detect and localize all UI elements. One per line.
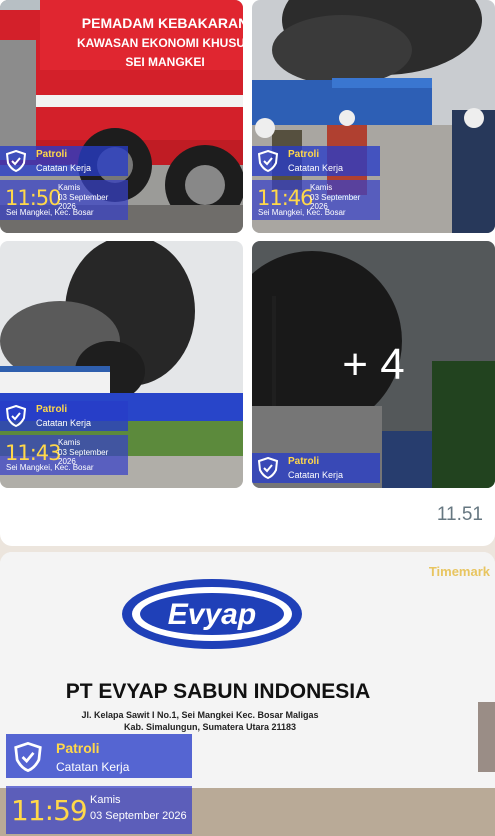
photo-tile-more[interactable]: + 4 Patroli Catatan Kerja [252, 241, 495, 488]
patroli-stamp: Patroli Catatan Kerja 11:43 Kamis 03 Sep… [0, 401, 128, 475]
stamp-day: Kamis [58, 183, 81, 192]
sign-address-2: Kab. Simalungun, Sumatera Utara 21183 [124, 722, 296, 732]
timemark-watermark: Timemark [429, 564, 491, 579]
stamp-subtitle: Catatan Kerja [288, 470, 344, 480]
shield-check-icon [6, 405, 26, 427]
photo-tile-smoke-plume[interactable]: Patroli Catatan Kerja 11:43 Kamis 03 Sep… [0, 241, 243, 488]
truck-text-line1: PEMADAM KEBAKARAN [82, 15, 243, 31]
photo-tile-fire-truck[interactable]: PEMADAM KEBAKARAN KAWASAN EKONOMI KHUSUS… [0, 0, 243, 233]
patroli-stamp: Patroli Catatan Kerja 11:50 Kamis 03 Sep… [0, 146, 128, 220]
evyap-logo-text: Evyap [168, 598, 256, 631]
stamp-title: Patroli [36, 149, 68, 160]
stamp-location: Sei Mangkei, Kec. Bosar [6, 208, 94, 217]
message-bubble-photo[interactable]: Evyap PT EVYAP SABUN INDONESIA Jl. Kelap… [0, 552, 495, 836]
patroli-stamp: Patroli Catatan Kerja 11:46 Kamis 03 Sep… [252, 146, 380, 220]
stamp-clock: 11:59 [11, 794, 88, 827]
stamp-day: Kamis [90, 794, 121, 806]
stamp-day: Kamis [58, 438, 81, 447]
stamp-clock: 11:46 [257, 186, 314, 210]
sign-title: PT EVYAP SABUN INDONESIA [66, 680, 371, 703]
stamp-subtitle: Catatan Kerja [56, 760, 130, 774]
sign-address-1: Jl. Kelapa Sawit I No.1, Sei Mangkei Kec… [81, 710, 318, 720]
stamp-subtitle: Catatan Kerja [288, 163, 344, 173]
shield-check-icon [258, 457, 278, 479]
stamp-subtitle: Catatan Kerja [36, 418, 92, 428]
stamp-title: Patroli [36, 404, 68, 415]
patroli-stamp: Patroli Catatan Kerja 11:59 Kamis 03 Sep… [6, 734, 192, 834]
truck-text-line3: SEI MANGKEI [125, 55, 204, 69]
message-timestamp: 11.51 [436, 504, 483, 525]
more-photos-overlay[interactable]: + 4 [252, 241, 495, 488]
stamp-clock: 11:43 [5, 441, 62, 465]
patroli-stamp: Patroli Catatan Kerja [252, 453, 380, 483]
truck-text-line2: KAWASAN EKONOMI KHUSUS [77, 36, 243, 50]
stamp-subtitle: Catatan Kerja [36, 163, 92, 173]
message-bubble-album: PEMADAM KEBAKARAN KAWASAN EKONOMI KHUSUS… [0, 0, 495, 546]
shield-check-icon [6, 150, 26, 172]
stamp-title: Patroli [288, 456, 320, 467]
shield-check-icon [258, 150, 278, 172]
stamp-location: Sei Mangkei, Kec. Bosar [6, 463, 94, 472]
stamp-clock: 11:50 [5, 186, 62, 210]
stamp-day: Kamis [310, 183, 333, 192]
shield-check-icon [14, 742, 42, 772]
stamp-date: 03 September 2026 [90, 810, 187, 822]
stamp-location: Sei Mangkei, Kec. Bosar [258, 208, 346, 217]
stamp-title: Patroli [56, 740, 100, 756]
photo-tile-smoke-building[interactable]: Patroli Catatan Kerja 11:46 Kamis 03 Sep… [252, 0, 495, 233]
stamp-title: Patroli [288, 149, 320, 160]
